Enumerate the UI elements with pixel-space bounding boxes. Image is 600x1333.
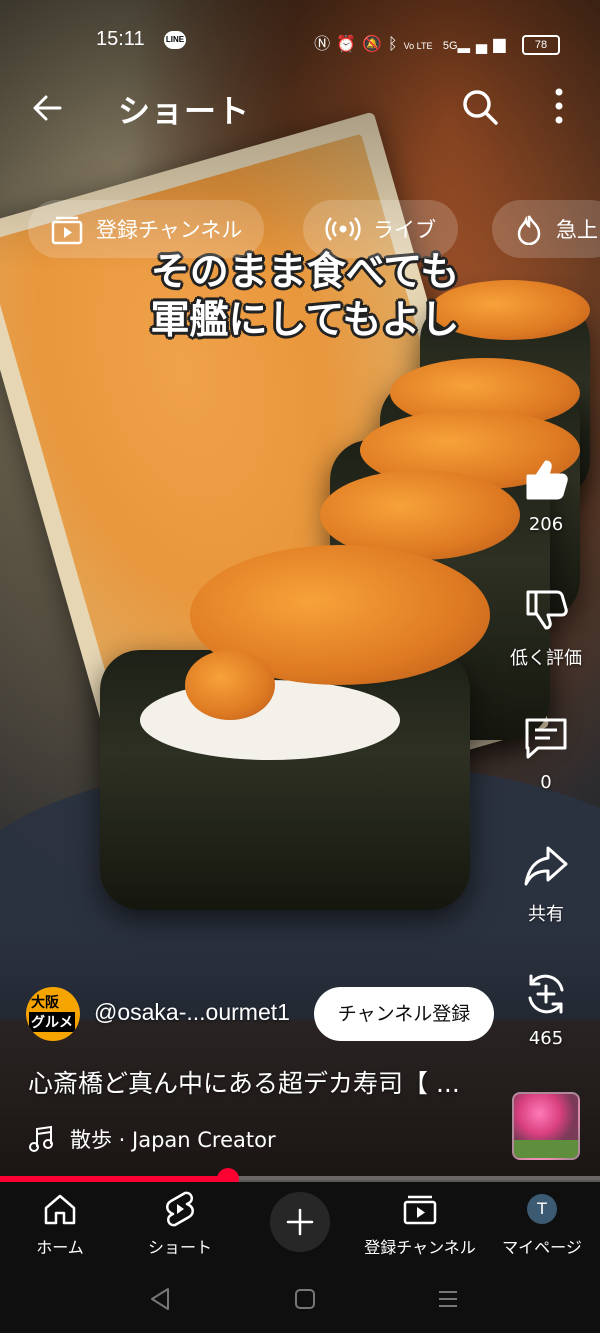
remix-count: 465 — [528, 1028, 564, 1049]
signal-icon: ▂▄▆ — [457, 36, 512, 53]
trending-icon — [517, 215, 541, 245]
chip-label: 登録チャンネル — [96, 218, 243, 242]
nav-you[interactable]: T マイページ — [494, 1190, 590, 1258]
like-count: 206 — [528, 514, 564, 535]
subscriptions-icon — [51, 216, 83, 245]
status-time: 15:11 — [96, 28, 145, 50]
line-notification-icon: LINE — [164, 31, 186, 49]
shorts-icon — [166, 1191, 194, 1227]
back-arrow-icon[interactable] — [30, 90, 66, 126]
chip-live[interactable]: ライブ — [303, 200, 458, 258]
remix-button[interactable]: 465 — [506, 970, 586, 1049]
nav-label: マイページ — [502, 1238, 582, 1257]
status-icons: Ⓝ⏰🔕ᛒVo LTE 5G▂▄▆ 78 — [314, 30, 560, 55]
chip-label: 急上 — [556, 218, 598, 242]
nav-label: ホーム — [36, 1238, 84, 1257]
channel-handle[interactable]: @osaka-...ourmet1 — [94, 999, 290, 1026]
comment-count: 0 — [540, 772, 552, 793]
sound-thumbnail[interactable] — [512, 1092, 580, 1160]
nav-label: 登録チャンネル — [364, 1238, 476, 1257]
account-avatar: T — [527, 1194, 557, 1224]
nav-shorts[interactable]: ショート — [140, 1190, 220, 1258]
uni-topping — [185, 650, 275, 720]
status-bar: 15:11 LINE Ⓝ⏰🔕ᛒVo LTE 5G▂▄▆ 78 — [0, 22, 600, 58]
home-square-icon[interactable] — [293, 1286, 317, 1312]
volte-icon: Vo LTE — [403, 41, 433, 51]
subscribe-button[interactable]: チャンネル登録 — [314, 987, 494, 1041]
share-icon — [524, 846, 568, 886]
thumbs-down-icon — [526, 590, 568, 630]
comment-icon — [525, 718, 567, 759]
live-icon — [325, 217, 361, 241]
subscriptions-icon — [403, 1195, 437, 1225]
home-icon — [44, 1194, 76, 1225]
app-bar: ショート — [0, 80, 600, 136]
video-caption: そのまま食べても 軍艦にしてもよし — [135, 248, 475, 344]
bottom-nav: ホーム ショート 登録チャンネル T マイページ — [0, 1182, 600, 1268]
comment-button[interactable]: 0 — [506, 714, 586, 793]
video-title[interactable]: 心斎橋ど真ん中にある超デカ寿司【 ... — [28, 1064, 460, 1100]
system-nav-bar — [0, 1268, 600, 1333]
share-button[interactable]: 共有 — [506, 842, 586, 926]
nfc-icon: Ⓝ — [314, 36, 337, 53]
nav-subscriptions[interactable]: 登録チャンネル — [356, 1190, 484, 1258]
chip-label: ライブ — [373, 218, 436, 242]
nav-home[interactable]: ホーム — [20, 1190, 100, 1258]
nav-label: ショート — [147, 1238, 212, 1257]
create-button[interactable] — [270, 1192, 330, 1252]
music-note-icon — [29, 1125, 53, 1152]
bluetooth-icon: ᛒ — [387, 36, 404, 53]
search-icon[interactable] — [461, 88, 499, 126]
chip-subscriptions[interactable]: 登録チャンネル — [28, 200, 265, 258]
battery-icon: 78 — [522, 34, 560, 55]
channel-avatar[interactable]: 大阪 グルメ — [26, 987, 80, 1041]
network-label: 5G — [442, 40, 458, 52]
more-options-icon[interactable] — [546, 86, 572, 126]
avatar-text: グルメ — [29, 1012, 75, 1032]
mute-icon: 🔕 — [362, 36, 388, 53]
thumbs-up-icon — [526, 460, 568, 500]
shorts-screen: そのまま食べても 軍艦にしてもよし 15:11 LINE Ⓝ⏰🔕ᛒVo LTE … — [0, 0, 600, 1333]
remix-icon — [528, 974, 564, 1014]
music-label: 散歩 · Japan Creator — [70, 1128, 276, 1152]
back-triangle-icon[interactable] — [148, 1286, 172, 1312]
like-button[interactable]: 206 — [506, 456, 586, 535]
recents-menu-icon[interactable] — [436, 1286, 460, 1312]
alarm-icon: ⏰ — [336, 36, 363, 53]
caption-line: 軍艦にしてもよし — [150, 297, 460, 343]
chip-trending[interactable]: 急上 — [492, 200, 600, 258]
page-title: ショート — [118, 92, 251, 130]
music-row[interactable]: 散歩 · Japan Creator — [28, 1124, 276, 1154]
dislike-label: 低く評価 — [510, 648, 582, 669]
plus-icon — [286, 1208, 314, 1236]
share-label: 共有 — [528, 904, 564, 925]
dislike-button[interactable]: 低く評価 — [506, 586, 586, 670]
filter-chips: 登録チャンネル ライブ 急上 — [28, 200, 600, 258]
avatar-text: 大阪 — [31, 995, 59, 1011]
